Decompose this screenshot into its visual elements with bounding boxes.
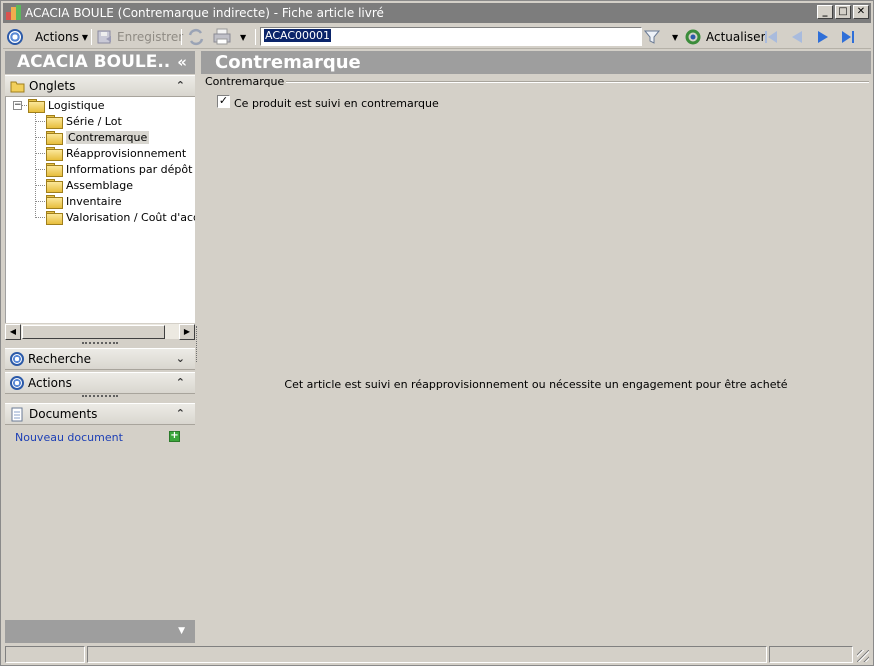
filter-dropdown-icon[interactable]: ▼ [672,33,678,42]
actions-panel-bar[interactable]: Actions ⌃ [5,372,195,394]
document-icon [11,407,23,421]
record-code-input[interactable]: ACAC00001 [260,27,642,46]
tree-item-label: Informations par dépôt [66,162,193,176]
contremarque-checkbox-label[interactable]: Ce produit est suivi en contremarque [234,97,439,110]
tree-horizontal-scrollbar[interactable]: ◀ ▶ [5,323,195,340]
tree-item-assemblage[interactable]: Assemblage [46,177,133,193]
record-code-value: ACAC00001 [264,29,332,42]
open-folder-icon [46,131,63,145]
left-panel-footer[interactable]: ▼ [5,620,195,643]
tree-item-label: Série / Lot [66,114,122,128]
actions-panel-label: Actions [28,376,72,390]
scroll-left-icon[interactable]: ◀ [5,324,21,340]
onglets-panel-bar[interactable]: Onglets ⌃ [5,75,195,97]
toolbar: Actions ▼ Enregistrer ▼ ACAC00001 ▼ Actu… [3,25,871,49]
tree-collapse-toggle[interactable]: − [13,101,22,110]
recherche-panel-bar[interactable]: Recherche ⌄ [5,348,195,370]
tree-root-logistique[interactable]: Logistique [28,97,105,113]
search-circle-icon [10,352,24,366]
previous-record-icon[interactable] [788,29,806,45]
save-icon [97,30,111,44]
folder-icon [46,115,63,129]
actions-circle-icon [10,376,24,390]
collapse-panel-icon[interactable]: « [177,51,187,74]
left-panel-title: ACACIA BOULE.. [17,52,171,72]
group-divider [273,81,869,83]
splitter-grip[interactable] [82,395,118,398]
expand-down-icon[interactable]: ⌄ [176,352,185,365]
add-icon[interactable]: + [169,431,180,442]
folder-icon [46,195,63,209]
last-record-icon[interactable] [839,29,857,45]
sync-icon [188,28,204,46]
chevron-down-icon[interactable]: ▼ [178,626,185,636]
status-pane [769,646,853,663]
onglets-label: Onglets [29,79,76,93]
filter-button[interactable]: ▼ [644,27,678,47]
group-label: Contremarque [205,75,287,88]
documents-panel-bar[interactable]: Documents ⌃ [5,403,195,425]
folder-icon [46,179,63,193]
splitter-grip[interactable] [82,342,118,345]
chevron-down-icon: ▼ [81,32,88,42]
minimize-button[interactable]: _ [817,5,833,19]
save-button[interactable]: Enregistrer [97,27,183,47]
printer-icon [213,28,231,45]
tree-item-contremarque[interactable]: Contremarque [46,129,150,145]
tabs-tree: − Logistique Série / Lot Contremarque Ré… [5,97,195,323]
tree-item-serie-lot[interactable]: Série / Lot [46,113,122,129]
title-bar[interactable]: ACACIA BOULE (Contremarque indirecte) - … [3,3,871,23]
next-record-icon[interactable] [814,29,832,45]
resize-grip[interactable] [857,650,869,662]
actions-menu-label: Actions [35,30,79,44]
new-document-link[interactable]: Nouveau document [15,431,123,444]
status-pane [5,646,85,663]
save-label: Enregistrer [117,30,184,44]
tree-item-label: Valorisation / Coût d'acquis [66,210,195,224]
status-bar [3,646,871,664]
vertical-splitter[interactable] [196,326,197,362]
tree-item-valorisation[interactable]: Valorisation / Coût d'acquis [46,209,195,225]
contremarque-checkbox[interactable]: ✓ [217,95,230,108]
folder-icon [46,147,63,161]
first-record-icon[interactable] [762,29,780,45]
collapse-up-icon[interactable]: ⌃ [176,79,185,92]
tree-item-label: Contremarque [66,130,150,144]
sync-button[interactable] [187,27,205,47]
page-title: Contremarque [201,51,871,74]
tree-item-inventaire[interactable]: Inventaire [46,193,122,209]
close-button[interactable]: ✕ [853,5,869,19]
collapse-up-icon[interactable]: ⌃ [176,376,185,389]
app-window: ACACIA BOULE (Contremarque indirecte) - … [0,0,874,666]
window-title: ACACIA BOULE (Contremarque indirecte) - … [25,6,384,20]
tree-root-label: Logistique [48,98,105,112]
refresh-icon [685,29,701,45]
collapse-up-icon[interactable]: ⌃ [176,407,185,420]
tree-item-informations-par-depot[interactable]: Informations par dépôt [46,161,192,177]
folder-icon [46,211,63,225]
folder-icon [46,163,63,177]
left-panel-header: ACACIA BOULE.. « [5,51,195,74]
recherche-label: Recherche [28,352,92,366]
print-button[interactable]: ▼ [212,27,246,47]
refresh-label: Actualiser [706,30,766,44]
tree-item-label: Assemblage [66,178,133,192]
print-dropdown-icon[interactable]: ▼ [240,33,246,42]
filter-icon [644,30,660,44]
status-pane [87,646,767,663]
tree-item-label: Réapprovisionnement [66,146,187,160]
refresh-button[interactable]: Actualiser [685,27,766,47]
actions-menu-button[interactable]: Actions ▼ [35,27,88,47]
scroll-right-icon[interactable]: ▶ [179,324,195,340]
documents-label: Documents [29,407,98,421]
nav-circle-icon[interactable] [7,27,23,47]
folder-icon [28,99,45,113]
tree-item-label: Inventaire [66,194,122,208]
scroll-thumb[interactable] [22,325,165,339]
folder-icon [10,81,25,92]
info-message: Cet article est suivi en réapprovisionne… [284,378,788,391]
app-icon [5,5,21,21]
tree-item-reapprovisionnement[interactable]: Réapprovisionnement [46,145,186,161]
maximize-button[interactable]: □ [835,5,851,19]
